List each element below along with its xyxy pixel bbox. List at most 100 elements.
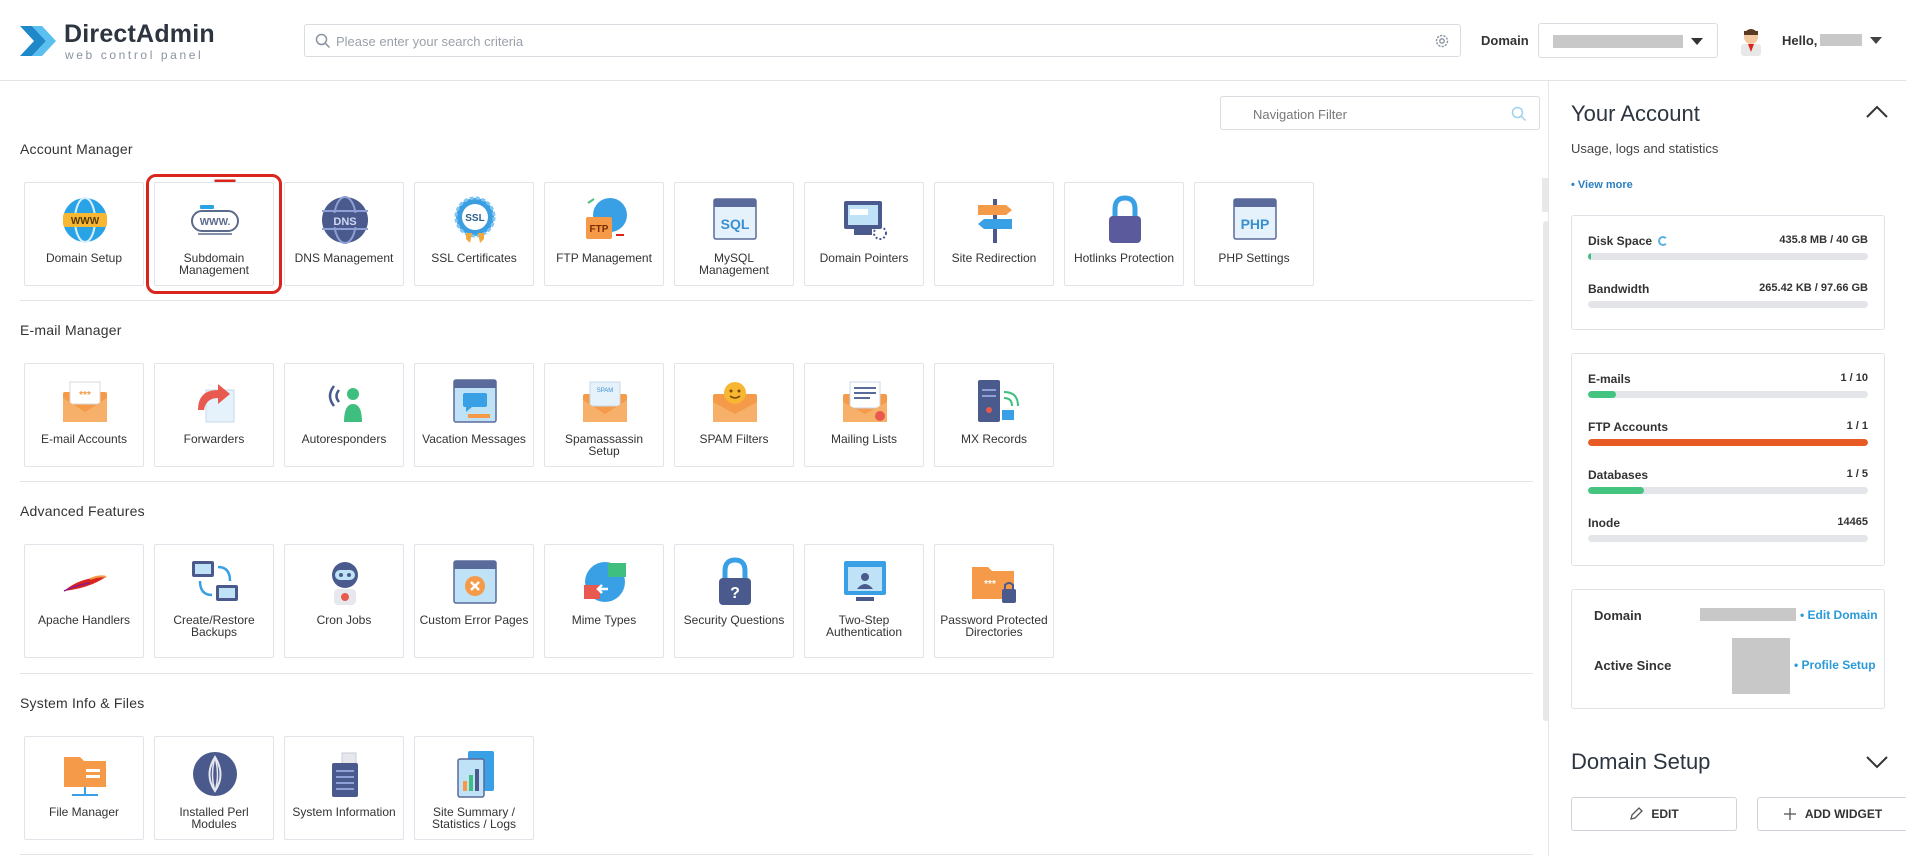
dns-icon: DNS — [322, 196, 368, 244]
tile-mime-types[interactable]: Mime Types — [544, 544, 664, 658]
tile-cron-jobs[interactable]: Cron Jobs — [284, 544, 404, 658]
tile-domain-pointers[interactable]: Domain Pointers — [804, 182, 924, 286]
metric-value: 1 / 1 — [1846, 420, 1868, 432]
tile-label: Installed Perl Modules — [179, 805, 249, 831]
tile-autoresponders[interactable]: Autoresponders — [284, 363, 404, 467]
two-step-icon — [844, 561, 886, 601]
tile-label: Subdomain Management — [178, 251, 250, 277]
directadmin-logo[interactable]: DirectAdmin web control panel — [18, 18, 218, 62]
search-settings-gear-icon[interactable] — [1434, 33, 1450, 49]
section-divider — [20, 854, 1533, 855]
tile-installed-perl-modules[interactable]: Installed Perl Modules — [154, 736, 274, 840]
tile-password-protected-directories[interactable]: *** Password Protected Directories — [934, 544, 1054, 658]
tile-dns-management[interactable]: DNS DNS Management — [284, 182, 404, 286]
autoresponder-icon — [328, 385, 362, 422]
pencil-icon — [1630, 807, 1644, 820]
tile-site-redirection[interactable]: Site Redirection — [934, 182, 1054, 286]
tile-label: File Manager — [48, 805, 120, 819]
section-title-email-manager: E-mail Manager — [20, 322, 122, 338]
tile-mx-records[interactable]: MX Records — [934, 363, 1054, 467]
tile-php-settings[interactable]: PHP PHP Settings — [1194, 182, 1314, 286]
edit-domain-link[interactable]: • Edit Domain — [1800, 608, 1878, 622]
tile-label: Forwarders — [183, 432, 245, 446]
tile-ftp-management[interactable]: FTP FTP Management — [544, 182, 664, 286]
tile-forwarders[interactable]: Forwarders — [154, 363, 274, 467]
edit-button-label: EDIT — [1651, 807, 1679, 821]
progress-fill — [1588, 487, 1644, 494]
domain-select[interactable] — [1538, 23, 1718, 58]
tile-create-restore-backups[interactable]: Create/Restore Backups — [154, 544, 274, 658]
tile-email-accounts[interactable]: *** E-mail Accounts — [24, 363, 144, 467]
profile-setup-link[interactable]: • Profile Setup — [1794, 658, 1876, 672]
tile-label: Spamassassin Setup — [564, 432, 644, 458]
progress-fill — [1588, 253, 1592, 260]
plus-icon — [1783, 808, 1796, 820]
your-account-subtitle: Usage, logs and statistics — [1571, 141, 1719, 156]
user-menu-chevron-icon[interactable] — [1870, 37, 1882, 44]
chevron-down-icon — [1691, 38, 1703, 45]
tile-file-manager[interactable]: File Manager — [24, 736, 144, 840]
tile-label: E-mail Accounts — [40, 432, 128, 446]
protected-folder-icon: *** — [972, 567, 1016, 603]
section-divider — [20, 673, 1533, 674]
add-widget-button-label: ADD WIDGET — [1804, 807, 1883, 821]
padlock-icon — [1109, 195, 1141, 243]
tile-label: FTP Management — [556, 251, 652, 265]
security-lock-icon: ? — [719, 557, 751, 605]
redacted-domain — [1553, 35, 1683, 48]
tile-subdomain-management[interactable]: WWW. Subdomain Management — [146, 174, 282, 294]
tile-security-questions[interactable]: ? Security Questions — [674, 544, 794, 658]
tile-mailing-lists[interactable]: Mailing Lists — [804, 363, 924, 467]
tile-spamassassin-setup[interactable]: SPAM Spamassassin Setup — [544, 363, 664, 467]
progress-bar — [1588, 391, 1868, 398]
tile-label: MySQL Management — [698, 251, 770, 277]
tile-apache-handlers[interactable]: Apache Handlers — [24, 544, 144, 658]
tile-mysql-management[interactable]: SQL MySQL Management — [674, 182, 794, 286]
user-avatar-icon[interactable] — [1738, 26, 1764, 56]
tile-spam-filters[interactable]: SPAM Filters — [674, 363, 794, 467]
folder-icon — [64, 757, 106, 796]
your-account-title: Your Account — [1571, 101, 1700, 126]
navigation-filter[interactable]: Navigation Filter — [1220, 96, 1540, 130]
search-input[interactable]: Please enter your search criteria — [336, 34, 523, 49]
section-divider — [20, 300, 1533, 301]
tile-vacation-messages[interactable]: Vacation Messages — [414, 363, 534, 467]
progress-fill — [1588, 439, 1868, 446]
chevron-up-icon[interactable] — [1865, 105, 1889, 119]
tile-label: Cron Jobs — [316, 613, 372, 627]
tile-ssl-certificates[interactable]: SSL SSL Certificates — [414, 182, 534, 286]
view-more-link[interactable]: • View more — [1571, 179, 1633, 191]
sql-icon: SQL — [713, 198, 757, 240]
svg-text:WWW: WWW — [71, 216, 100, 227]
progress-bar — [1588, 487, 1868, 494]
tile-hotlinks-protection[interactable]: Hotlinks Protection — [1064, 182, 1184, 286]
navigation-filter-input[interactable]: Navigation Filter — [1253, 107, 1347, 122]
metric-name: FTP Accounts — [1588, 420, 1669, 434]
add-widget-button[interactable]: ADD WIDGET — [1757, 797, 1906, 831]
ssl-badge-icon: SSL — [454, 196, 496, 243]
tile-label: DNS Management — [294, 251, 394, 265]
chevron-down-icon[interactable] — [1865, 755, 1889, 769]
tile-label: Apache Handlers — [37, 613, 131, 627]
edit-button[interactable]: EDIT — [1571, 797, 1737, 831]
tile-domain-setup[interactable]: WWW Domain Setup — [24, 182, 144, 286]
tile-label: Site Summary / Statistics / Logs — [431, 805, 517, 831]
robot-icon — [332, 562, 358, 605]
email-manager-grid: *** E-mail Accounts Forwarders Autorespo… — [24, 363, 1054, 467]
tile-site-summary-statistics-logs[interactable]: Site Summary / Statistics / Logs — [414, 736, 534, 840]
directadmin-logo-icon — [20, 26, 56, 56]
tile-two-step-authentication[interactable]: Two-Step Authentication — [804, 544, 924, 658]
section-title-account-manager: Account Manager — [20, 141, 133, 157]
tile-custom-error-pages[interactable]: Custom Error Pages — [414, 544, 534, 658]
main-content: Navigation Filter Account Manager WWW Do… — [0, 81, 1550, 856]
tile-system-information[interactable]: System Information — [284, 736, 404, 840]
tile-label: Autoresponders — [301, 432, 387, 446]
progress-bar — [1588, 253, 1868, 260]
domain-label: Domain — [1481, 33, 1529, 48]
search-icon — [1511, 106, 1527, 122]
tile-label: SPAM Filters — [699, 432, 769, 446]
global-search[interactable]: Please enter your search criteria — [304, 24, 1461, 57]
tile-label: Password Protected Directories — [940, 613, 1048, 639]
tile-label: Create/Restore Backups — [173, 613, 255, 639]
metric-name: E-mails — [1588, 372, 1631, 386]
